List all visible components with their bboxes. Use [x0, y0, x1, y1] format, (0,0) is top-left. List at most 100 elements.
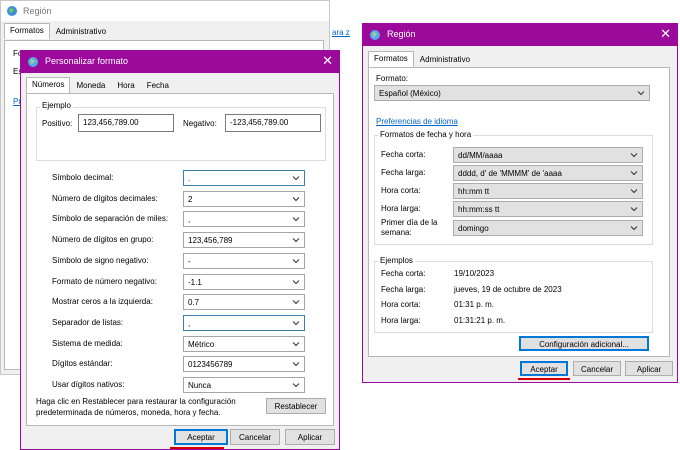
setting-label: Sistema de medida:: [52, 338, 123, 348]
setting-value: 2: [188, 194, 193, 204]
datetime-value: hh:mm tt: [458, 187, 490, 196]
footer-text-line-2: predeterminada de números, moneda, hora …: [36, 408, 221, 417]
reset-button[interactable]: Restablecer: [266, 398, 326, 414]
example-value: 01:31 p. m.: [454, 300, 495, 309]
region-apply-button[interactable]: Aplicar: [625, 361, 673, 376]
example-label: Fecha larga:: [381, 284, 426, 294]
example-label: Hora larga:: [381, 315, 421, 325]
ok-button-underline: [170, 447, 224, 449]
first-day-dropdown[interactable]: domingo: [453, 220, 643, 236]
additional-config-button[interactable]: Configuración adicional...: [519, 336, 649, 351]
setting-value: .: [188, 174, 191, 183]
setting-dropdown[interactable]: 0123456789: [183, 356, 305, 373]
setting-label: Símbolo de signo negativo:: [52, 255, 149, 265]
setting-dropdown[interactable]: -1.1: [183, 273, 305, 290]
tab-administrativo-background[interactable]: Administrativo: [50, 24, 112, 39]
format-dropdown[interactable]: Español (México): [374, 85, 650, 101]
setting-label: Símbolo decimal:: [52, 173, 114, 182]
setting-label: Símbolo de separación de miles:: [52, 214, 169, 224]
first-day-label-line-1: Primer día de la: [381, 218, 438, 227]
example-value: jueves, 19 de octubre de 2023: [454, 284, 562, 294]
setting-value: 0123456789: [188, 360, 233, 370]
datetime-value: dd/MM/aaaa: [458, 151, 503, 160]
datetime-group-title: Formatos de fecha y hora: [378, 130, 474, 139]
datetime-dropdown[interactable]: dddd, d' de 'MMMM' de 'aaaa: [453, 165, 643, 181]
chevron-down-icon: [630, 189, 638, 194]
region-icon: [28, 57, 38, 67]
ok-button[interactable]: Aceptar: [174, 429, 228, 445]
chevron-down-icon: [292, 196, 300, 201]
chevron-down-icon: [292, 341, 300, 346]
example-label: Fecha corta:: [381, 269, 426, 278]
setting-value: -: [188, 256, 191, 266]
datetime-value: dddd, d' de 'MMMM' de 'aaaa: [458, 169, 562, 178]
close-icon[interactable]: ✕: [322, 54, 333, 68]
chevron-down-icon: [630, 207, 638, 212]
datetime-dropdown[interactable]: hh:mm tt: [453, 183, 643, 199]
setting-label: Usar dígitos nativos:: [52, 380, 125, 389]
format-label: Formato:: [376, 74, 409, 83]
setting-dropdown[interactable]: 0.7: [183, 294, 305, 311]
setting-label: Separador de listas:: [52, 317, 124, 327]
chevron-down-icon: [292, 300, 300, 305]
chevron-down-icon: [292, 176, 300, 181]
setting-value: -1.1: [188, 277, 202, 287]
custom-format-title: Personalizar formato: [45, 56, 129, 66]
datetime-label: Fecha corta:: [381, 150, 426, 159]
tab-formatos[interactable]: Formatos: [368, 51, 414, 67]
chevron-down-icon: [292, 279, 300, 284]
region-titlebar: Región ✕: [363, 24, 677, 46]
cancel-button[interactable]: Cancelar: [230, 429, 280, 445]
setting-dropdown[interactable]: .: [183, 170, 305, 186]
tab-administrativo[interactable]: Administrativo: [414, 52, 476, 67]
datetime-label: Hora larga:: [381, 204, 421, 213]
example-value: 19/10/2023: [454, 269, 495, 278]
positive-example-field: 123,456,789.00: [78, 114, 174, 132]
region-icon: [370, 30, 380, 40]
region-ok-underline: [518, 378, 570, 380]
setting-dropdown[interactable]: Métrico: [183, 335, 305, 352]
chevron-down-icon: [292, 217, 300, 222]
setting-label: Mostrar ceros a la izquierda:: [52, 297, 153, 307]
setting-dropdown[interactable]: ,: [183, 211, 305, 228]
tab-fecha[interactable]: Fecha: [141, 78, 175, 93]
setting-dropdown[interactable]: ,: [183, 314, 305, 331]
setting-value: ,: [188, 318, 191, 328]
background-titlebar: Región: [1, 1, 329, 21]
setting-dropdown[interactable]: 123,456,789: [183, 232, 305, 249]
setting-value: Nunca: [188, 381, 212, 390]
chevron-down-icon: [292, 383, 300, 388]
setting-dropdown[interactable]: 2: [183, 190, 305, 207]
positive-label: Positivo:: [42, 119, 73, 128]
setting-label: Número de dígitos decimales:: [52, 193, 158, 203]
tab-moneda[interactable]: Moneda: [70, 78, 111, 93]
negative-example-field: -123,456,789.00: [225, 114, 321, 132]
chevron-down-icon: [292, 362, 300, 367]
format-dropdown-value: Español (México): [379, 89, 441, 98]
datetime-dropdown[interactable]: dd/MM/aaaa: [453, 147, 643, 163]
setting-dropdown[interactable]: -: [183, 252, 305, 269]
region-cancel-button[interactable]: Cancelar: [573, 361, 621, 376]
setting-label: Formato de número negativo:: [52, 276, 157, 286]
chevron-down-icon: [292, 321, 300, 326]
example-group-title: Ejemplo: [40, 101, 73, 110]
language-preferences-link[interactable]: Preferencias de idioma: [376, 117, 458, 126]
tab-hora[interactable]: Hora: [111, 78, 140, 93]
background-right-link[interactable]: ara z: [332, 28, 350, 37]
apply-button[interactable]: Aplicar: [285, 429, 335, 445]
tab-formatos-background[interactable]: Formatos: [4, 23, 50, 39]
datetime-dropdown[interactable]: hh:mm:ss tt: [453, 201, 643, 217]
custom-format-titlebar: Personalizar formato ✕: [21, 51, 339, 73]
setting-value: 0.7: [188, 298, 200, 308]
setting-value: 123,456,789: [188, 236, 233, 246]
datetime-label: Fecha larga:: [381, 168, 426, 177]
chevron-down-icon: [630, 153, 638, 158]
custom-format-dialog: Personalizar formato ✕ Números Moneda Ho…: [20, 50, 340, 450]
chevron-down-icon: [630, 226, 638, 231]
close-icon[interactable]: ✕: [660, 27, 671, 41]
example-value: 01:31:21 p. m.: [454, 315, 506, 325]
tab-numeros[interactable]: Números: [26, 77, 71, 93]
setting-dropdown[interactable]: Nunca: [183, 377, 305, 393]
region-ok-button[interactable]: Aceptar: [520, 361, 568, 376]
background-title: Región: [23, 6, 52, 16]
